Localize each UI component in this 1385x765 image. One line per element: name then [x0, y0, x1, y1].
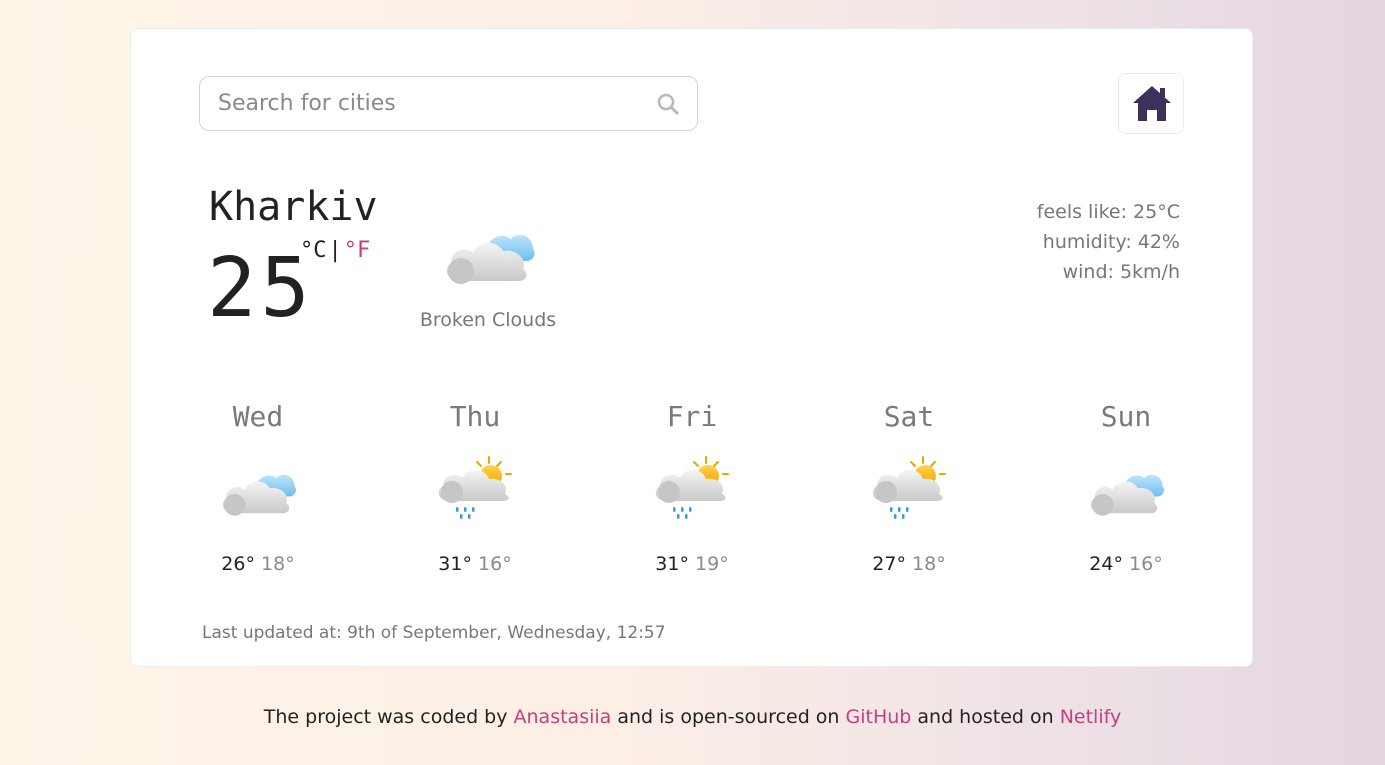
- rain-sun-icon: [652, 455, 732, 523]
- forecast-min-temp: 18°: [912, 553, 946, 575]
- netlify-link[interactable]: Netlify: [1060, 706, 1122, 728]
- forecast-temps: 31° 16°: [395, 553, 555, 575]
- current-temperature: 25: [207, 241, 314, 336]
- rain-sun-icon: [869, 455, 949, 523]
- unit-switch: °C|°F: [300, 236, 370, 266]
- forecast-day: Thu 31° 16°: [395, 397, 555, 587]
- footer-text: and hosted on: [911, 706, 1060, 728]
- broken-clouds-icon: [441, 217, 537, 287]
- weather-details: feels like: 25°C humidity: 42% wind: 5km…: [1037, 197, 1180, 287]
- forecast-max-temp: 26°: [221, 553, 255, 575]
- author-link[interactable]: Anastasiia: [514, 706, 612, 728]
- forecast-min-temp: 19°: [695, 553, 729, 575]
- forecast-temps: 26° 18°: [178, 553, 338, 575]
- rain-sun-icon: [435, 455, 515, 523]
- forecast-max-temp: 24°: [1089, 553, 1123, 575]
- forecast-day-name: Sat: [883, 400, 935, 433]
- unit-separator: |: [328, 238, 342, 263]
- humidity: humidity: 42%: [1042, 231, 1180, 253]
- weather-card: Kharkiv 25 °C|°F Broken Clouds feels lik…: [130, 28, 1253, 667]
- feels-like: feels like: 25°C: [1036, 201, 1180, 223]
- home-icon: [1131, 83, 1173, 123]
- wind: wind: 5km/h: [1062, 261, 1180, 283]
- city-name: Kharkiv: [209, 184, 378, 230]
- forecast-min-temp: 18°: [261, 553, 295, 575]
- forecast-day-name: Wed: [232, 400, 284, 433]
- forecast-max-temp: 31°: [438, 553, 472, 575]
- forecast-day-name: Thu: [449, 400, 501, 433]
- forecast-min-temp: 16°: [1129, 553, 1163, 575]
- broken-clouds-icon: [1086, 455, 1166, 523]
- broken-clouds-icon: [218, 455, 298, 523]
- home-button[interactable]: [1118, 73, 1184, 134]
- forecast-temps: 27° 18°: [829, 553, 989, 575]
- search-input[interactable]: [200, 77, 640, 130]
- forecast-max-temp: 27°: [872, 553, 906, 575]
- forecast-day-name: Fri: [666, 400, 718, 433]
- footer-text: and is open-sourced on: [611, 706, 846, 728]
- search-icon[interactable]: [656, 92, 680, 116]
- forecast-day: Wed 26° 18°: [178, 397, 338, 587]
- celsius-link[interactable]: °C: [300, 238, 327, 263]
- forecast-min-temp: 16°: [478, 553, 512, 575]
- forecast-max-temp: 31°: [655, 553, 689, 575]
- footer-text: The project was coded by: [263, 706, 514, 728]
- forecast-day: Sun 24° 16°: [1046, 397, 1206, 587]
- github-link[interactable]: GitHub: [846, 706, 912, 728]
- search-box: [199, 76, 698, 131]
- forecast-day: Sat 27° 18°: [829, 397, 989, 587]
- forecast-day-name: Sun: [1100, 400, 1152, 433]
- last-updated: Last updated at: 9th of September, Wedne…: [202, 623, 666, 643]
- footer: The project was coded by Anastasiia and …: [0, 706, 1385, 728]
- fahrenheit-link[interactable]: °F: [344, 238, 371, 263]
- weather-description: Broken Clouds: [419, 309, 557, 331]
- forecast-temps: 31° 19°: [612, 553, 772, 575]
- forecast-day: Fri 31° 19°: [612, 397, 772, 587]
- forecast-temps: 24° 16°: [1046, 553, 1206, 575]
